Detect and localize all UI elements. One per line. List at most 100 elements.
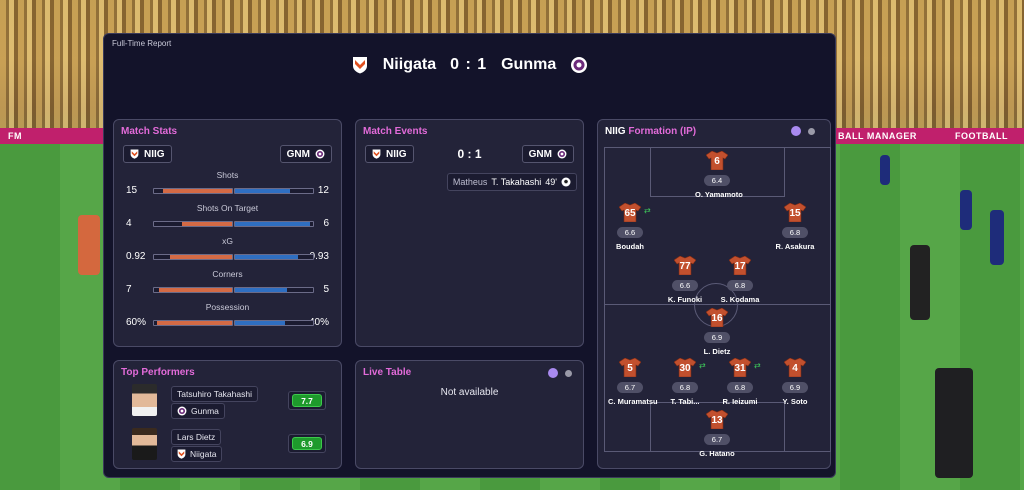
jersey-icon: 15 [784,203,806,222]
background-player [78,215,100,275]
board-text: FOOTBALL [955,131,1008,141]
jersey-icon: 17 [729,256,751,275]
background-manager [935,368,973,478]
match-events-card: Match Events NIIG 0 : 1 GNM Matheus T. T… [355,119,584,347]
formation-label: Formation (IP) [628,126,697,137]
rating-box: 6.9 [288,434,326,453]
player-rating: 6.8 [727,280,753,291]
full-time-report-panel: Full-Time Report Niigata 0 : 1 Gunma Mat… [103,33,836,478]
stat-label: xG [222,236,233,246]
jersey-number: 15 [789,208,801,219]
jersey-number: 6 [714,156,720,167]
player-photo [132,384,157,416]
background-player [990,210,1004,265]
jersey-number: 31 [734,363,746,374]
stat-away-value: 5 [323,284,329,295]
player-rating: 6.8 [782,227,808,238]
performer-team: Niigata [171,446,223,462]
goal-event[interactable]: Matheus T. Takahashi 49' [446,173,577,191]
player-rating: 6.8 [672,382,698,393]
view-toggle-active[interactable] [548,368,558,378]
player-rating: 6.7 [617,382,643,393]
formation-player[interactable]: 17 6.8 S. Kodama [718,256,762,304]
jersey-icon: 30 [674,358,696,377]
stat-home-value: 0.92 [126,251,146,262]
player-photo [132,428,157,460]
home-stat-fill [162,189,232,193]
home-abbr: NIIG [144,148,165,160]
formation-player[interactable]: 15 6.8 R. Asakura [773,203,817,251]
gunma-crest-icon [557,149,567,159]
formation-team: NIIG [605,126,626,137]
away-abbr: GNM [286,148,310,160]
stat-label: Shots On Target [196,203,259,213]
home-stat-fill [157,321,232,325]
formation-player[interactable]: 13 6.7 G. Hatano [695,410,739,458]
home-stat-fill [169,255,232,259]
formation-player[interactable]: 30 6.8 T. Tabi... [663,358,707,406]
performer-team-name: Gunma [191,406,219,416]
stat-home-value: 4 [126,218,132,229]
performer-rating: 6.9 [292,437,322,450]
view-toggle-inactive[interactable] [565,370,572,377]
jersey-icon: 13 [706,410,728,429]
jersey-number: 5 [627,363,633,374]
match-stats-title: Match Stats [121,126,178,137]
jersey-icon: 5 [619,358,641,377]
away-stat-bar [234,221,314,227]
live-table-message: Not available [440,387,499,398]
home-stat-bar [153,254,233,260]
away-stat-bar [234,320,314,326]
niigata-crest-icon [130,149,139,159]
jersey-icon: 65 [619,203,641,222]
view-toggle-active[interactable] [791,126,801,136]
jersey-number: 77 [679,261,691,272]
jersey-number: 65 [624,208,636,219]
jersey-icon: 6 [706,151,728,170]
away-stat-bar [234,287,314,293]
gunma-crest-icon [177,406,187,416]
live-table-title: Live Table [363,367,412,378]
jersey-number: 16 [711,313,723,324]
stat-away-value: 6 [323,218,329,229]
formation-player[interactable]: 5 6.7 C. Muramatsu [608,358,658,406]
view-toggle-inactive[interactable] [808,128,815,135]
performer-name[interactable]: Tatsuhiro Takahashi [171,386,258,402]
stat-home-value: 7 [126,284,132,295]
jersey-number: 13 [711,415,723,426]
home-stat-bar [153,320,233,326]
player-name: R. Ieizumi [722,397,758,406]
performer-team-name: Niigata [190,449,217,459]
player-rating: 6.9 [704,332,730,343]
player-name: K. Funoki [667,295,703,304]
rating-box: 7.7 [288,391,326,410]
formation-player[interactable]: 4 6.9 Y. Soto [773,358,817,406]
performer-team: Gunma [171,403,225,419]
away-stat-bar [234,254,314,260]
player-name: G. Hatano [699,449,735,458]
away-abbr: GNM [528,148,552,160]
niigata-crest-icon [351,56,369,74]
stat-home-value: 60% [126,317,147,328]
formation-player[interactable]: 65 6.6 Boudah [608,203,652,251]
jersey-number: 17 [734,261,746,272]
formation-player[interactable]: 6 6.4 O. Yamamoto [695,151,743,199]
player-rating: 6.4 [704,175,730,186]
top-performers-card: Top Performers Tatsuhiro Takahashi Gunma… [113,360,342,469]
stat-label: Possession [205,302,250,312]
away-stat-fill [235,189,291,193]
formation-player[interactable]: 77 6.6 K. Funoki [663,256,707,304]
final-score: 0 : 1 [450,56,488,73]
formation-player[interactable]: 16 6.9 L. Dietz [695,308,739,356]
jersey-number: 30 [679,363,691,374]
formation-player[interactable]: 31 6.8 R. Ieizumi [718,358,762,406]
performer-name[interactable]: Lars Dietz [171,429,222,445]
stat-label: Corners [212,269,243,279]
jersey-number: 4 [792,363,798,374]
live-table-card: Live Table Not available [355,360,584,469]
home-stat-bar [153,221,233,227]
away-team-pill: GNM [279,145,332,163]
home-team-name: Niigata [382,56,437,73]
football-icon [561,177,571,187]
away-stat-bar [234,188,314,194]
